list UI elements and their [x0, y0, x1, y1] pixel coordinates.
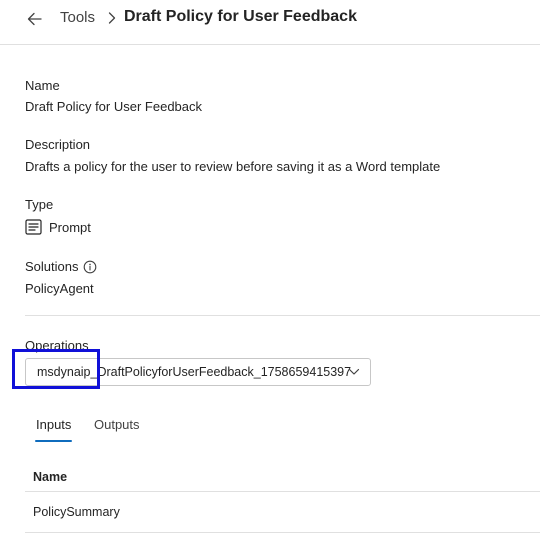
page-title: Draft Policy for User Feedback	[124, 8, 357, 25]
tab-inputs[interactable]: Inputs	[36, 417, 71, 432]
table-row[interactable]: PolicySummary	[25, 492, 540, 533]
operations-dropdown[interactable]: msdynaip_DraftPolicyforUserFeedback_1758…	[25, 358, 371, 386]
arrow-left-icon	[27, 12, 42, 26]
type-value: Prompt	[49, 219, 91, 235]
chevron-down-icon	[348, 368, 360, 375]
tool-details-page: Tools Draft Policy for User Feedback Nam…	[0, 0, 540, 544]
prompt-icon	[25, 219, 42, 235]
solutions-value: PolicyAgent	[25, 281, 94, 296]
table-header: Name	[25, 460, 540, 492]
solutions-label: Solutions	[25, 259, 79, 274]
table-cell-name: PolicySummary	[33, 505, 120, 519]
back-button[interactable]	[24, 8, 46, 30]
solutions-label-row: Solutions	[25, 259, 97, 274]
chevron-right-icon	[106, 10, 118, 26]
header-bar: Tools Draft Policy for User Feedback	[0, 0, 540, 45]
section-divider	[25, 315, 540, 316]
type-label: Type	[25, 197, 54, 212]
description-value: Drafts a policy for the user to review b…	[25, 159, 441, 174]
operations-selected-value: msdynaip_DraftPolicyforUserFeedback_1758…	[37, 365, 352, 379]
type-value-row: Prompt	[25, 218, 91, 236]
description-label: Description	[25, 137, 91, 152]
name-label: Name	[25, 78, 60, 93]
breadcrumb-tools-link[interactable]: Tools	[60, 9, 95, 26]
tab-outputs[interactable]: Outputs	[94, 417, 140, 432]
column-header-name[interactable]: Name	[33, 470, 67, 484]
info-icon[interactable]	[83, 260, 97, 274]
operations-label: Operations	[25, 338, 89, 353]
active-tab-indicator	[35, 440, 72, 442]
name-value: Draft Policy for User Feedback	[25, 99, 203, 114]
